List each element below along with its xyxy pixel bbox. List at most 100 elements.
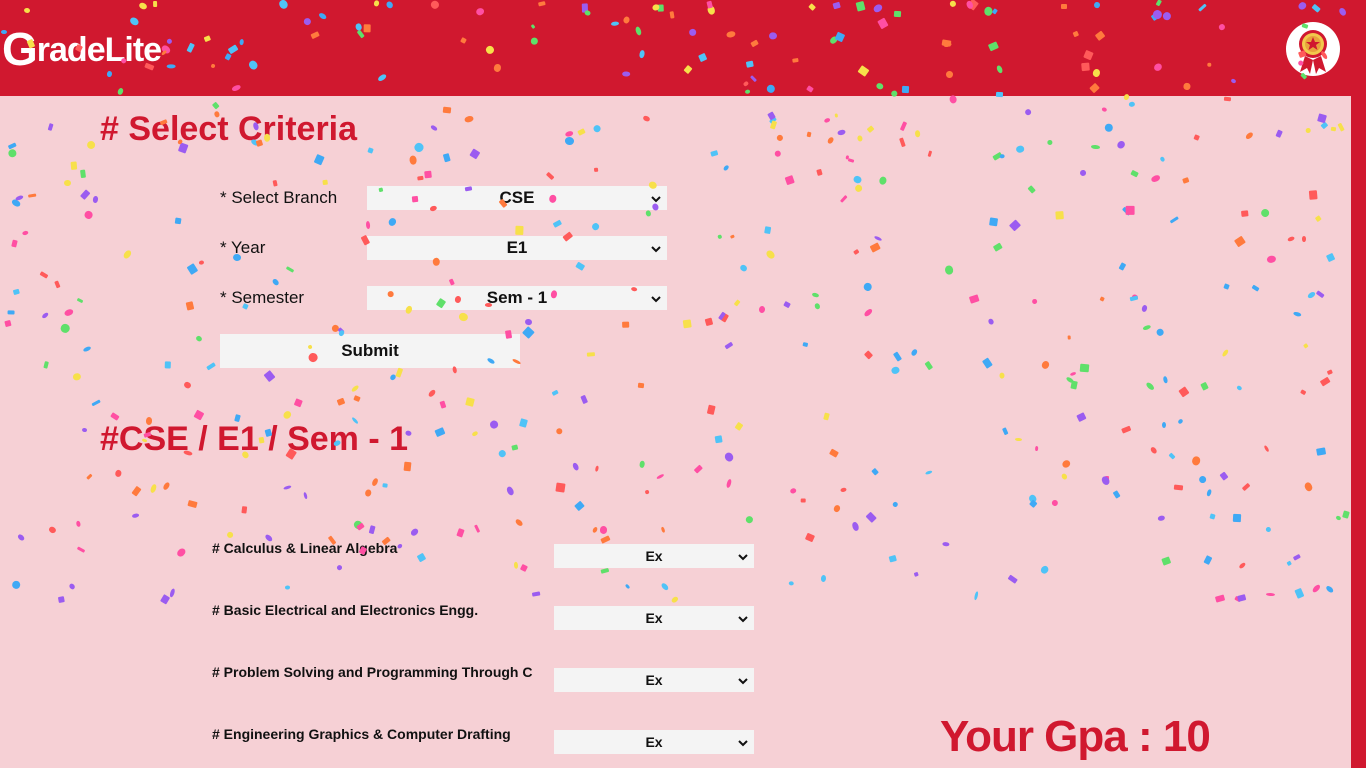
confetti-piece — [1141, 304, 1149, 313]
confetti-piece — [899, 121, 907, 132]
scrollbar[interactable] — [1351, 96, 1366, 768]
confetti-piece — [1161, 556, 1171, 566]
confetti-piece — [1237, 593, 1247, 602]
confetti-piece — [387, 216, 398, 228]
confetti-piece — [82, 345, 92, 353]
confetti-piece — [371, 477, 379, 487]
confetti-piece — [1299, 389, 1307, 396]
subject-name: # Calculus & Linear Algebra — [212, 540, 398, 556]
confetti-piece — [706, 404, 716, 415]
confetti-piece — [1263, 444, 1270, 453]
confetti-piece — [769, 119, 778, 130]
confetti-piece — [1026, 184, 1036, 194]
confetti-piece — [987, 318, 995, 326]
confetti-piece — [1145, 381, 1156, 391]
confetti-piece — [515, 225, 524, 235]
branch-select[interactable]: CSE — [367, 186, 667, 210]
award-ribbon-icon[interactable] — [1286, 22, 1340, 76]
app-logo[interactable]: GradeLite — [2, 22, 162, 76]
confetti-piece — [1337, 122, 1345, 132]
semester-select[interactable]: Sem - 1 — [367, 286, 667, 310]
confetti-piece — [351, 384, 360, 393]
confetti-piece — [195, 334, 203, 342]
confetti-piece — [804, 532, 815, 542]
confetti-piece — [1163, 376, 1169, 385]
confetti-piece — [833, 113, 838, 119]
confetti-piece — [594, 465, 600, 472]
confetti-piece — [193, 409, 205, 421]
confetti-piece — [1326, 253, 1336, 263]
confetti-piece — [1173, 484, 1183, 490]
confetti-piece — [554, 426, 564, 436]
year-label: * Year — [220, 238, 266, 257]
chevron-down-icon — [738, 672, 748, 688]
confetti-piece — [644, 489, 650, 495]
confetti-piece — [60, 322, 72, 334]
confetti-piece — [412, 141, 425, 154]
confetti-piece — [660, 526, 666, 534]
confetti-piece — [1320, 121, 1329, 130]
confetti-piece — [580, 394, 589, 405]
confetti-piece — [1294, 587, 1305, 599]
confetti-piece — [1320, 377, 1331, 387]
grade-select[interactable]: Ex — [554, 606, 754, 630]
confetti-piece — [472, 430, 480, 437]
confetti-piece — [1223, 96, 1231, 101]
confetti-piece — [1079, 364, 1089, 373]
confetti-piece — [1275, 129, 1283, 137]
confetti-piece — [775, 133, 784, 142]
confetti-piece — [488, 419, 500, 430]
confetti-piece — [225, 530, 235, 540]
confetti-piece — [1287, 236, 1295, 243]
confetti-piece — [910, 348, 919, 357]
confetti-piece — [823, 117, 832, 124]
grade-select[interactable]: Ex — [554, 730, 754, 754]
semester-label: * Semester — [220, 288, 305, 307]
confetti-piece — [122, 248, 133, 260]
confetti-piece — [693, 464, 703, 474]
confetti-piece — [682, 319, 693, 329]
confetti-piece — [382, 482, 388, 488]
confetti-piece — [11, 239, 18, 248]
confetti-piece — [924, 360, 933, 370]
confetti-piece — [1241, 482, 1250, 492]
confetti-piece — [1222, 283, 1230, 290]
confetti-piece — [847, 158, 855, 164]
confetti-piece — [1155, 327, 1165, 337]
confetti-piece — [1129, 294, 1139, 301]
year-select[interactable]: E1 — [367, 236, 667, 260]
confetti-piece — [1125, 205, 1135, 215]
confetti-piece — [811, 292, 819, 299]
confetti-piece — [1015, 145, 1025, 154]
confetti-piece — [355, 522, 365, 530]
confetti-piece — [424, 170, 432, 178]
submit-button[interactable]: Submit — [220, 334, 520, 368]
confetti-piece — [91, 398, 101, 406]
confetti-piece — [1219, 471, 1229, 481]
confetti-piece — [388, 373, 397, 382]
confetti-piece — [83, 209, 94, 220]
confetti-piece — [1286, 559, 1293, 566]
confetti-piece — [550, 389, 559, 397]
confetti-piece — [944, 265, 954, 276]
confetti-piece — [574, 500, 585, 512]
confetti-piece — [758, 305, 766, 313]
confetti-piece — [765, 249, 777, 261]
confetti-piece — [282, 484, 292, 490]
confetti-piece — [497, 448, 507, 458]
confetti-piece — [364, 488, 372, 497]
confetti-piece — [1311, 583, 1322, 594]
subject-name: # Engineering Graphics & Computer Drafti… — [212, 726, 511, 742]
confetti-piece — [160, 594, 171, 605]
confetti-piece — [76, 297, 84, 303]
confetti-piece — [1236, 385, 1243, 391]
branch-label: * Select Branch — [220, 188, 338, 207]
confetti-piece — [1099, 296, 1105, 302]
confetti-piece — [1159, 155, 1166, 162]
confetti-piece — [1157, 515, 1166, 522]
confetti-piece — [162, 481, 171, 491]
grade-select[interactable]: Ex — [554, 668, 754, 692]
confetti-piece — [1067, 335, 1071, 340]
grade-select[interactable]: Ex — [554, 544, 754, 568]
confetti-piece — [888, 554, 897, 562]
